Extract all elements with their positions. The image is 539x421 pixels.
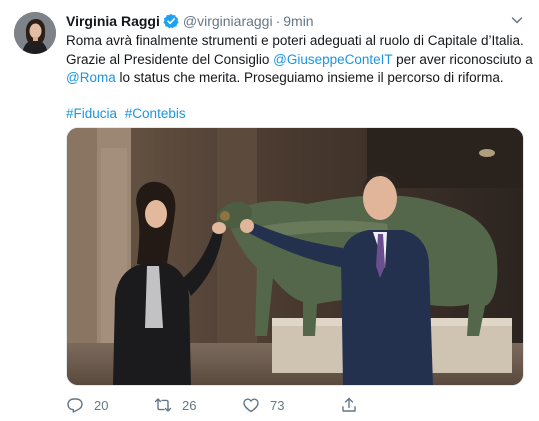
verified-badge-icon [163, 13, 179, 29]
reply-icon [67, 398, 83, 413]
retweet-icon [154, 398, 172, 412]
tweet-text-line: Roma avrà finalmente strumenti e poteri … [66, 32, 526, 51]
tweet-text-segment: per aver riconosciuto a [392, 51, 533, 67]
author-name[interactable]: Virginia Raggi [66, 13, 160, 29]
tweet-header: Virginia Raggi @virginiaraggi · 9min [66, 11, 526, 31]
tweet-text-segment: Grazie al Presidente del Consiglio [66, 51, 274, 67]
author-handle[interactable]: @virginiaraggi [183, 13, 273, 29]
hashtag-fiducia[interactable]: #Fiducia [66, 106, 117, 121]
tweet-text-line: Grazie al Presidente del Consiglio @Gius… [66, 51, 533, 70]
hashtag-contebis[interactable]: #Contebis [125, 106, 186, 121]
mention-giuseppeconteit[interactable]: @GiuseppeConteIT [273, 52, 392, 67]
tweet-actions: 20 26 73 [66, 396, 368, 414]
share-button[interactable] [340, 396, 368, 414]
mention-roma[interactable]: @Roma [66, 70, 116, 85]
like-button[interactable]: 73 [242, 396, 340, 414]
reply-count: 20 [94, 397, 109, 413]
retweet-count: 26 [182, 397, 197, 413]
tweet-content: Virginia Raggi @virginiaraggi · 9min Rom… [66, 11, 533, 124]
tweet-text: Roma avrà finalmente strumenti e poteri … [66, 32, 533, 88]
share-icon [342, 397, 356, 412]
hashtags: #Fiducia #Contebis [66, 106, 526, 124]
tweet-text-line: @Roma lo status che merita. Proseguiamo … [66, 69, 526, 88]
avatar[interactable] [14, 12, 56, 54]
like-count: 73 [270, 397, 285, 413]
tweet-photo[interactable] [66, 127, 524, 386]
header-separator: · [275, 13, 281, 29]
tweet-timestamp[interactable]: 9min [283, 13, 313, 29]
tweet-text-segment: lo status che merita. Proseguiamo insiem… [115, 70, 504, 85]
reply-button[interactable]: 20 [66, 396, 154, 414]
chevron-down-icon[interactable] [510, 13, 524, 27]
retweet-button[interactable]: 26 [154, 396, 242, 414]
tweet-card[interactable]: Virginia Raggi @virginiaraggi · 9min Rom… [0, 0, 539, 421]
like-icon [243, 398, 259, 413]
tweet-text-segment: Roma avrà finalmente strumenti e poteri … [66, 33, 524, 48]
